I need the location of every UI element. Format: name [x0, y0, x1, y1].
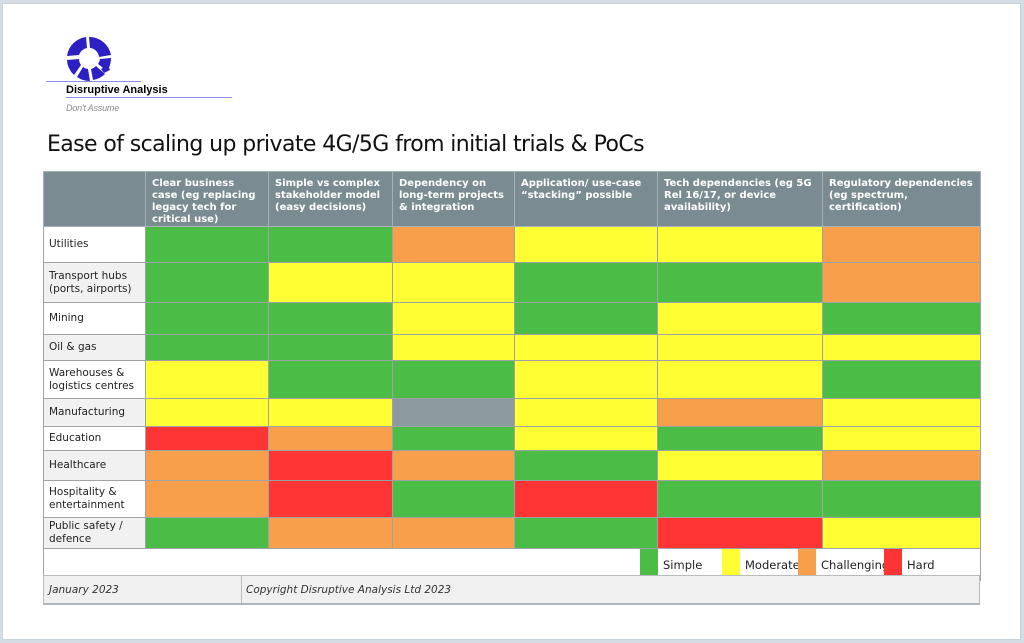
column-header: Simple vs complex stakeholder model (eas… — [268, 171, 393, 227]
footer-date: January 2023 — [44, 576, 242, 603]
rating-cell-simple — [145, 226, 269, 263]
column-header: Regulatory dependencies (eg spectrum, ce… — [822, 171, 981, 227]
rating-cell-simple — [392, 426, 515, 451]
table-row: Utilities — [43, 226, 981, 263]
table-row: Oil & gas — [43, 334, 981, 361]
table-row: Healthcare — [43, 450, 981, 481]
column-header: Dependency on long-term projects & integ… — [392, 171, 515, 227]
table-row: Warehouses & logistics centres — [43, 360, 981, 399]
rating-cell-simple — [268, 334, 393, 361]
row-label: Warehouses & logistics centres — [43, 360, 146, 399]
footer-bar: January 2023 Copyright Disruptive Analys… — [43, 575, 980, 605]
page-title: Ease of scaling up private 4G/5G from in… — [47, 132, 645, 157]
table-row: Transport hubs (ports, airports) — [43, 262, 981, 303]
row-label: Manufacturing — [43, 398, 146, 427]
table-row: Education — [43, 426, 981, 451]
rating-cell-simple — [514, 517, 658, 549]
rating-cell-moderate — [392, 262, 515, 303]
row-label: Education — [43, 426, 146, 451]
header-row: Clear business case (eg replacing legacy… — [43, 171, 981, 227]
rating-cell-moderate — [268, 398, 393, 427]
ratings-table: Clear business case (eg replacing legacy… — [43, 171, 981, 581]
rating-cell-challenging — [822, 450, 981, 481]
rating-cell-moderate — [514, 226, 658, 263]
footer-copyright: Copyright Disruptive Analysis Ltd 2023 — [246, 584, 452, 596]
rating-cell-simple — [822, 480, 981, 518]
row-label: Mining — [43, 302, 146, 335]
row-label: Utilities — [43, 226, 146, 263]
row-label: Hospitality & entertainment — [43, 480, 146, 518]
rating-cell-simple — [268, 302, 393, 335]
rating-cell-moderate — [822, 426, 981, 451]
row-label: Public safety / defence — [43, 517, 146, 549]
rating-cell-simple — [268, 226, 393, 263]
column-header: Tech dependencies (eg 5G Rel 16/17, or d… — [657, 171, 823, 227]
rating-cell-moderate — [657, 302, 823, 335]
rating-cell-simple — [822, 302, 981, 335]
rating-cell-simple — [392, 360, 515, 399]
rating-cell-simple — [657, 262, 823, 303]
rating-cell-moderate — [657, 334, 823, 361]
table-row: Hospitality & entertainment — [43, 480, 981, 518]
rating-cell-simple — [392, 480, 515, 518]
rating-cell-moderate — [822, 517, 981, 549]
rating-cell-hard — [268, 480, 393, 518]
brand-divider — [66, 97, 232, 98]
rating-cell-simple — [145, 302, 269, 335]
rating-cell-challenging — [268, 426, 393, 451]
disruptive-analysis-logo-icon — [67, 36, 112, 82]
rating-cell-challenging — [145, 480, 269, 518]
ratings-body: Utilities Transport hubs (ports, airports… — [43, 226, 981, 549]
column-header: Clear business case (eg replacing legacy… — [145, 171, 269, 227]
rating-cell-simple — [145, 334, 269, 361]
table-row: Mining — [43, 302, 981, 335]
rating-cell-simple — [145, 517, 269, 549]
rating-cell-moderate — [822, 334, 981, 361]
rating-cell-hard — [145, 426, 269, 451]
row-label: Healthcare — [43, 450, 146, 481]
rating-cell-hard — [514, 480, 658, 518]
rating-cell-simple — [657, 480, 823, 518]
row-label: Transport hubs (ports, airports) — [43, 262, 146, 303]
rating-cell-moderate — [514, 426, 658, 451]
rating-cell-challenging — [657, 398, 823, 427]
rating-cell-simple — [514, 262, 658, 303]
rating-cell-challenging — [392, 517, 515, 549]
rating-cell-moderate — [822, 398, 981, 427]
corner-header-cell — [43, 171, 146, 227]
rating-cell-challenging — [268, 517, 393, 549]
rating-cell-simple — [514, 302, 658, 335]
rating-cell-simple — [268, 360, 393, 399]
table-row: Public safety / defence — [43, 517, 981, 549]
rating-cell-moderate — [514, 360, 658, 399]
rating-cell-moderate — [145, 398, 269, 427]
rating-cell-challenging — [822, 226, 981, 263]
rating-cell-simple — [514, 450, 658, 481]
rating-cell-challenging — [392, 450, 515, 481]
rating-cell-moderate — [657, 450, 823, 481]
rating-cell-challenging — [392, 226, 515, 263]
rating-cell-simple — [657, 426, 823, 451]
rating-cell-moderate — [392, 334, 515, 361]
rating-cell-simple — [822, 360, 981, 399]
logo-divider — [46, 81, 141, 82]
rating-cell-moderate — [657, 226, 823, 263]
rating-cell-challenging — [822, 262, 981, 303]
rating-cell-hard — [657, 517, 823, 549]
rating-cell-moderate — [514, 334, 658, 361]
rating-cell-moderate — [657, 360, 823, 399]
rating-cell-challenging — [145, 450, 269, 481]
column-header: Application/ use-case “stacking” possibl… — [514, 171, 658, 227]
rating-cell-na — [392, 398, 515, 427]
row-label: Oil & gas — [43, 334, 146, 361]
rating-cell-moderate — [392, 302, 515, 335]
rating-cell-moderate — [145, 360, 269, 399]
table-row: Manufacturing — [43, 398, 981, 427]
rating-cell-simple — [145, 262, 269, 303]
rating-cell-moderate — [514, 398, 658, 427]
brand-tagline: Don't Assume — [66, 103, 120, 113]
brand-name: Disruptive Analysis — [66, 84, 168, 96]
rating-cell-moderate — [268, 262, 393, 303]
rating-cell-hard — [268, 450, 393, 481]
